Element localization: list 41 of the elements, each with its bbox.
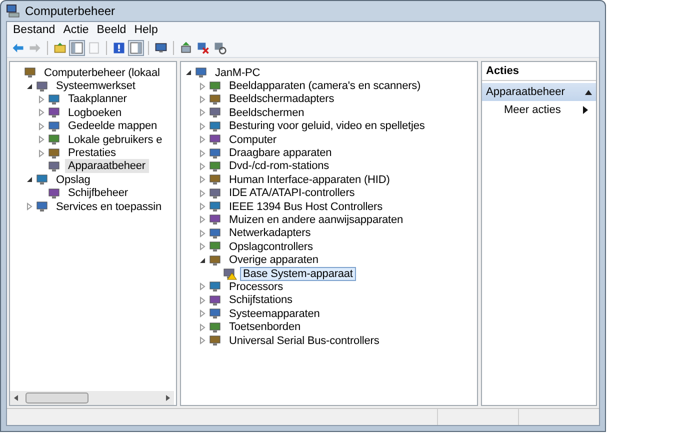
tree-item[interactable]: Opslag [53, 172, 94, 187]
tree-item[interactable]: Opslagcontrollers [226, 240, 316, 254]
tree-item[interactable]: IDE ATA/ATAPI-controllers [226, 186, 358, 200]
tree-item[interactable]: Dvd-/cd-rom-stations [226, 159, 332, 174]
section-title: Apparaatbeheer [486, 86, 565, 98]
menu-item[interactable]: Bestand [9, 24, 60, 36]
tree-item[interactable]: Computerbeheer (lokaal [41, 66, 163, 80]
tree-item[interactable]: Beeldschermen [226, 106, 308, 120]
tree-item[interactable]: Besturing voor geluid, video en spelletjes [226, 119, 428, 134]
tree-item[interactable]: Systeemwerkset [53, 79, 138, 94]
tree-item[interactable]: Beeldschermadapters [226, 92, 338, 106]
menu-item[interactable]: Actie [59, 24, 93, 36]
tree-item[interactable]: Toetsenborden [226, 320, 304, 334]
menu-item[interactable]: Help [130, 24, 162, 36]
tree-item[interactable]: IEEE 1394 Bus Host Controllers [226, 200, 386, 214]
tree-item[interactable]: Schijfstations [226, 293, 296, 308]
tree-item[interactable]: Draagbare apparaten [226, 146, 335, 160]
tree-item[interactable]: Schijfbeheer [65, 186, 131, 200]
tree-item[interactable]: Lokale gebruikers e [65, 132, 166, 147]
window-title: Computerbeheer [25, 4, 116, 18]
tree-item[interactable]: JanM-PC [212, 66, 264, 80]
tree-item[interactable]: Overige apparaten [226, 253, 322, 268]
tree-item[interactable]: Netwerkadapters [226, 226, 314, 240]
tree-item[interactable]: Logboeken [65, 106, 125, 120]
tree-item[interactable]: Systeemapparaten [226, 306, 323, 321]
tree-item[interactable]: Computer [226, 132, 280, 147]
tree-item[interactable]: Taakplanner [65, 92, 130, 106]
tree-item[interactable]: Base System-apparaat [240, 266, 356, 281]
tree-item[interactable]: Apparaatbeheer [65, 159, 148, 174]
tree-item[interactable]: Gedeelde mappen [65, 119, 160, 134]
tree-item[interactable]: Universal Serial Bus-controllers [226, 334, 382, 348]
tree-item[interactable]: Prestaties [65, 146, 119, 160]
tree-item[interactable]: Processors [226, 280, 286, 294]
tree-item[interactable]: Muizen en andere aanwijsapparaten [226, 213, 406, 227]
action-link[interactable]: Meer acties [504, 104, 561, 116]
section-header[interactable]: Apparaatbeheer [482, 83, 596, 101]
tree-item[interactable]: Services en toepassin [53, 200, 165, 214]
tree-item[interactable]: Beeldapparaten (camera's en scanners) [226, 79, 424, 94]
pane-title: Acties [482, 62, 596, 81]
menu-item[interactable]: Beeld [92, 24, 130, 36]
tree-item[interactable]: Human Interface-apparaten (HID) [226, 172, 393, 187]
